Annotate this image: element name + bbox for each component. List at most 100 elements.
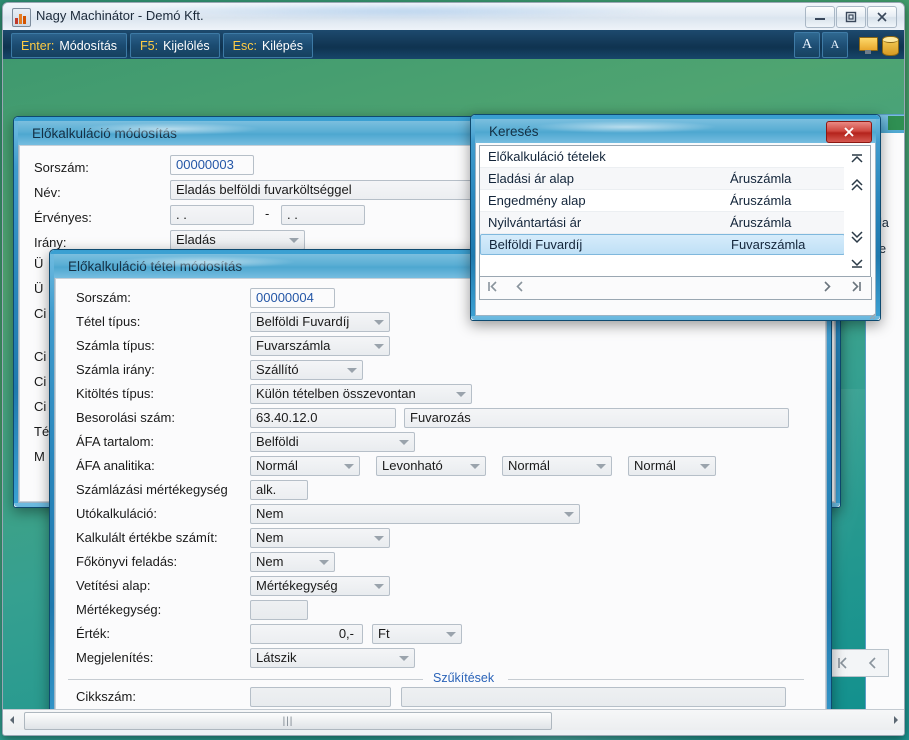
label-fokonyvi-feladas: Főkönyvi feladás: [76, 554, 177, 569]
scroll-left-arrow[interactable] [3, 711, 20, 729]
label-kalkulalt-ertekbe-szamit: Kalkulált értékbe számít: [76, 530, 218, 545]
outer-label-nev: Név: [34, 185, 61, 200]
search-close-button[interactable] [826, 121, 872, 143]
minimize-button[interactable] [805, 6, 835, 28]
window-titlebar: Nagy Machinátor - Demó Kft. [3, 3, 904, 31]
restore-button[interactable] [836, 6, 866, 28]
search-vertical-nav[interactable] [844, 145, 871, 277]
combo-vetitesi-alap[interactable]: Mértékegység [250, 576, 390, 596]
font-increase-button[interactable]: A [794, 32, 820, 58]
combo-szamla-irany-value: Szállító [256, 362, 299, 377]
combo-afa-analitika-2[interactable]: Levonható [376, 456, 486, 476]
table-row-selected[interactable]: Belföldi Fuvardíj Fuvarszámla [480, 234, 845, 255]
table-row[interactable]: Engedmény alap Áruszámla [480, 190, 845, 212]
hint-modify[interactable]: Enter: Módosítás [11, 33, 127, 58]
row-type: Áruszámla [730, 193, 791, 208]
input-ertek[interactable]: 0,- [250, 624, 363, 644]
outer-hidden-label-2: Ü [34, 281, 43, 296]
combo-megjelenites[interactable]: Látszik [250, 648, 415, 668]
input-besorolasi-szam[interactable]: 63.40.12.0 [250, 408, 396, 428]
window-title: Nagy Machinátor - Demó Kft. [36, 8, 204, 23]
chevron-down-icon [399, 656, 409, 661]
combo-afa-analitika-4[interactable]: Normál [628, 456, 716, 476]
outer-combo-irany[interactable]: Eladás [170, 230, 305, 250]
combo-afa-tartalom[interactable]: Belföldi [250, 432, 415, 452]
scroll-top-icon[interactable] [844, 146, 870, 172]
input-mertekegyseg[interactable] [250, 600, 308, 620]
resize-grip-icon[interactable] [866, 308, 876, 318]
combo-megjelenites-value: Látszik [256, 650, 296, 665]
outer-input-ervenyes-from[interactable]: . . [170, 205, 254, 225]
label-vetitesi-alap: Vetítési alap: [76, 578, 150, 593]
input-sorszam[interactable]: 00000004 [250, 288, 335, 308]
combo-szamla-tipus[interactable]: Fuvarszámla [250, 336, 390, 356]
prev-record-icon [867, 657, 879, 669]
search-results-grid[interactable]: Előkalkuláció tételek Eladási ár alap Ár… [479, 145, 846, 277]
scroll-page-up-icon[interactable] [844, 172, 870, 198]
combo-utokalkulacio[interactable]: Nem [250, 504, 580, 524]
outer-input-sorszam[interactable]: 00000003 [170, 155, 254, 175]
label-szamlazasi-mertekegyseg: Számlázási mértékegység [76, 482, 228, 497]
chevron-down-icon [374, 536, 384, 541]
combo-tetel-tipus[interactable]: Belföldi Fuvardíj [250, 312, 390, 332]
label-sorszam: Sorszám: [76, 290, 131, 305]
combo-szamla-tipus-value: Fuvarszámla [256, 338, 330, 353]
toolbar-right-group: A A [794, 32, 900, 57]
scroll-bottom-icon[interactable] [844, 250, 870, 276]
row-name: Nyilvántartási ár [488, 215, 581, 230]
combo-afa-analitika-1-value: Normál [256, 458, 298, 473]
font-decrease-button[interactable]: A [822, 32, 848, 58]
label-kitoltes-tipus: Kitöltés típus: [76, 386, 154, 401]
outer-input-ervenyes-to[interactable]: . . [281, 205, 365, 225]
combo-afa-analitika-3[interactable]: Normál [502, 456, 612, 476]
titlebar-glow [123, 3, 683, 19]
input-besorolasi-nev[interactable]: Fuvarozás [404, 408, 789, 428]
input-cikkszam-nev[interactable] [401, 687, 786, 707]
scroll-right-arrow[interactable] [887, 711, 904, 729]
prev-record-icon[interactable] [513, 280, 526, 296]
close-button[interactable] [867, 6, 897, 28]
hint-exit[interactable]: Esc: Kilépés [223, 33, 313, 58]
next-record-icon[interactable] [821, 280, 834, 296]
label-mertekegyseg: Mértékegység: [76, 602, 161, 617]
combo-afa-analitika-1[interactable]: Normál [250, 456, 360, 476]
combo-fokonyvi-feladas[interactable]: Nem [250, 552, 335, 572]
search-dialog-titlebar[interactable]: Keresés [475, 119, 876, 143]
scrollbar-thumb[interactable]: ||| [24, 712, 552, 730]
row-name: Engedmény alap [488, 193, 586, 208]
label-utokalkulacio: Utókalkuláció: [76, 506, 157, 521]
section-line-left [68, 679, 423, 680]
combo-kalkulalt-ertekbe-szamit[interactable]: Nem [250, 528, 390, 548]
horizontal-scrollbar[interactable]: ||| [3, 709, 904, 730]
combo-fokonyvi-value: Nem [256, 554, 283, 569]
last-record-icon[interactable] [850, 280, 863, 296]
hint-modify-key: Enter: [21, 39, 54, 53]
combo-szamla-irany[interactable]: Szállító [250, 360, 363, 380]
combo-kalkulalt-value: Nem [256, 530, 283, 545]
table-row[interactable]: Eladási ár alap Áruszámla [480, 168, 845, 190]
label-besorolasi-szam: Besorolási szám: [76, 410, 175, 425]
label-afa-tartalom: ÁFA tartalom: [76, 434, 154, 449]
input-cikkszam[interactable] [250, 687, 391, 707]
database-icon[interactable] [880, 34, 900, 56]
monitor-icon[interactable] [858, 34, 878, 56]
combo-afa-analitika-2-value: Levonható [382, 458, 443, 473]
combo-ertek-penznem[interactable]: Ft [372, 624, 462, 644]
table-row[interactable]: Nyilvántartási ár Áruszámla [480, 212, 845, 234]
search-record-nav[interactable] [479, 277, 872, 300]
outer-hidden-label-6: Ci [34, 399, 46, 414]
chevron-down-icon [596, 464, 606, 469]
hint-select[interactable]: F5: Kijelölés [130, 33, 220, 58]
outer-hidden-label-8: M [34, 449, 45, 464]
application-window: Nagy Machinátor - Demó Kft. Enter: Módos… [2, 2, 905, 736]
scrollbar-track[interactable]: ||| [20, 711, 887, 729]
table-row[interactable]: Előkalkuláció tételek [480, 146, 845, 168]
combo-tetel-tipus-value: Belföldi Fuvardíj [256, 314, 349, 329]
scroll-page-down-icon[interactable] [844, 224, 870, 250]
combo-kitoltes-tipus[interactable]: Külön tételben összevontan [250, 384, 472, 404]
background-record-nav[interactable] [825, 649, 889, 677]
chevron-down-icon [347, 368, 357, 373]
input-szamlazasi-mertekegyseg[interactable]: alk. [250, 480, 308, 500]
first-record-icon[interactable] [486, 280, 499, 296]
label-megjelenites: Megjelenítés: [76, 650, 153, 665]
